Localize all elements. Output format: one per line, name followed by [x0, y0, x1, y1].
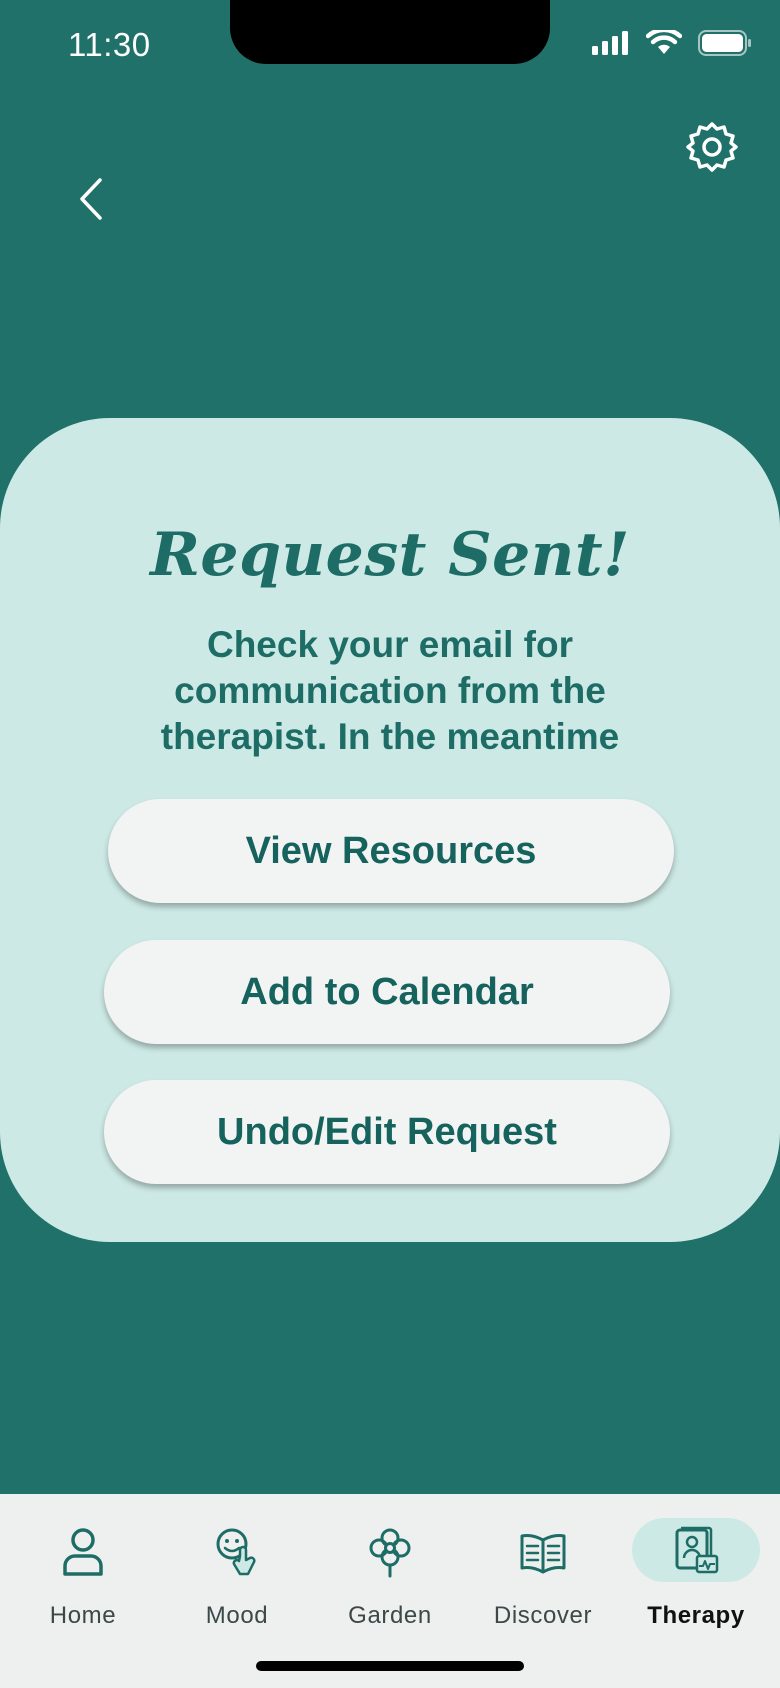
tab-home-label: Home — [49, 1602, 117, 1629]
card-title: Request Sent! — [150, 520, 630, 590]
chevron-left-icon — [80, 178, 102, 220]
status-time: 11:30 — [68, 26, 151, 63]
device-notch — [230, 0, 550, 64]
tab-mood-label: Mood — [205, 1602, 269, 1629]
therapy-request-sent-screen: 11:30 Request Sent! Check your email for… — [0, 0, 780, 1688]
add-to-calendar-button[interactable]: Add to Calendar — [104, 940, 670, 1044]
person-icon — [63, 1528, 103, 1576]
flower-icon — [369, 1528, 411, 1578]
open-book-icon — [520, 1534, 566, 1574]
tab-discover-label: Discover — [493, 1602, 593, 1629]
settings-button[interactable] — [686, 121, 738, 173]
mood-face-icon — [216, 1528, 256, 1576]
tab-therapy[interactable]: Therapy — [631, 1518, 761, 1638]
home-indicator — [256, 1661, 524, 1671]
view-resources-button[interactable]: View Resources — [108, 799, 674, 903]
status-icons — [592, 30, 752, 56]
cellular-signal-icon — [592, 31, 628, 55]
gear-icon — [686, 122, 738, 172]
back-button[interactable] — [74, 174, 108, 224]
tab-home[interactable]: Home — [18, 1518, 148, 1638]
tab-garden-label: Garden — [348, 1602, 432, 1629]
therapy-icon — [675, 1526, 719, 1574]
wifi-icon — [646, 30, 682, 54]
card-message: Check your email for communication from … — [160, 624, 620, 757]
undo-edit-request-button[interactable]: Undo/Edit Request — [104, 1080, 670, 1184]
battery-icon — [698, 30, 751, 56]
tab-garden[interactable]: Garden — [325, 1518, 455, 1638]
tab-therapy-label: Therapy — [647, 1602, 745, 1629]
tab-discover[interactable]: Discover — [478, 1518, 608, 1638]
tab-mood[interactable]: Mood — [172, 1518, 302, 1638]
